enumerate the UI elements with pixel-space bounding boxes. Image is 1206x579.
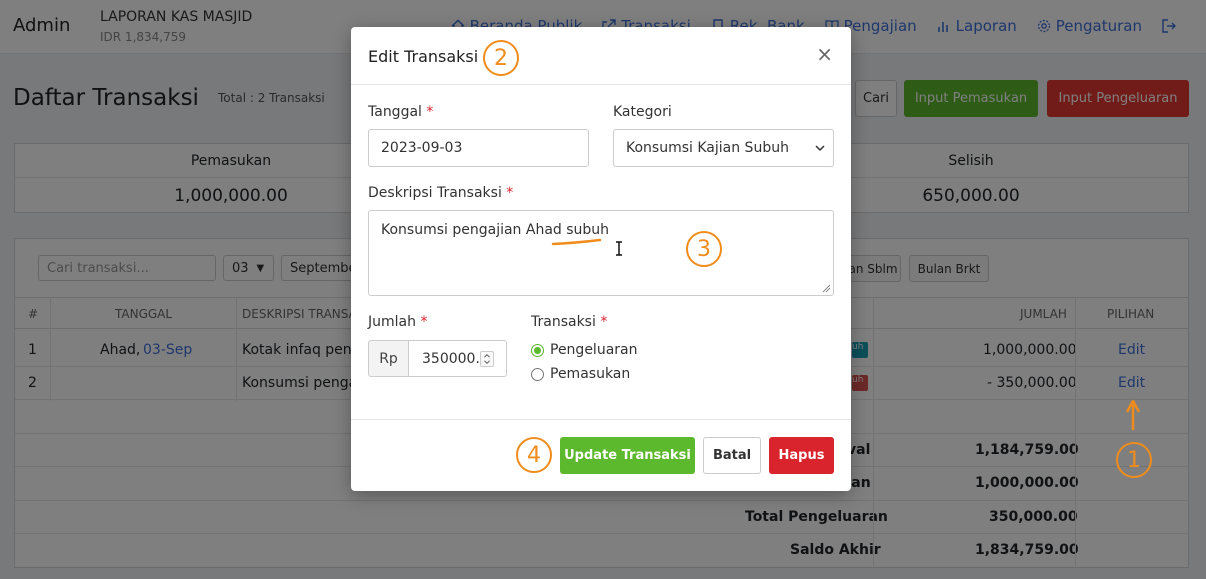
transaksi-label: Transaksi * [531, 314, 608, 330]
required-mark: * [420, 314, 428, 330]
deskripsi-text: Konsumsi pengajian Ahad subuh [381, 222, 610, 238]
radio-pemasukan-label[interactable]: Pemasukan [550, 366, 630, 382]
modal-title: Edit Transaksi [368, 47, 479, 66]
update-transaksi-button[interactable]: Update Transaksi [560, 437, 695, 474]
modal-header: Edit Transaksi × [351, 27, 851, 85]
deskripsi-label: Deskripsi Transaksi * [368, 185, 514, 201]
jumlah-input[interactable]: 350000.0 [408, 340, 507, 377]
batal-button[interactable]: Batal [703, 437, 761, 474]
radio-pengeluaran-label[interactable]: Pengeluaran [550, 342, 637, 358]
chevron-down-icon [815, 145, 825, 152]
deskripsi-textarea[interactable]: Konsumsi pengajian Ahad subuh [368, 210, 834, 296]
radio-pemasukan[interactable] [531, 368, 544, 381]
edit-transaction-modal: Edit Transaksi × Tanggal * 2023-09-03 Ka… [351, 27, 851, 491]
kategori-select[interactable]: Konsumsi Kajian Subuh [613, 129, 834, 167]
tanggal-label: Tanggal * [368, 104, 434, 120]
jumlah-label: Jumlah * [368, 314, 428, 330]
jumlah-value: 350000.0 [422, 350, 489, 367]
annotation-step-1: 1 [1116, 442, 1152, 478]
kategori-selected: Konsumsi Kajian Subuh [626, 140, 789, 156]
required-mark: * [426, 104, 434, 120]
modal-footer: Update Transaksi Batal Hapus [351, 419, 851, 491]
annotation-step-4: 4 [516, 437, 552, 473]
annotation-step-2: 2 [483, 40, 519, 76]
hapus-button[interactable]: Hapus [769, 437, 834, 474]
currency-addon: Rp [368, 340, 409, 377]
number-spinner[interactable] [480, 351, 494, 367]
required-mark: * [506, 185, 514, 201]
required-mark: * [600, 314, 608, 330]
tanggal-input[interactable]: 2023-09-03 [368, 129, 589, 167]
spinner-arrows-icon [484, 353, 490, 365]
resize-handle-icon[interactable] [822, 284, 831, 293]
radio-pengeluaran[interactable] [531, 344, 544, 357]
close-icon[interactable]: × [816, 44, 833, 64]
annotation-step-3: 3 [686, 231, 722, 267]
kategori-label: Kategori [613, 104, 672, 120]
